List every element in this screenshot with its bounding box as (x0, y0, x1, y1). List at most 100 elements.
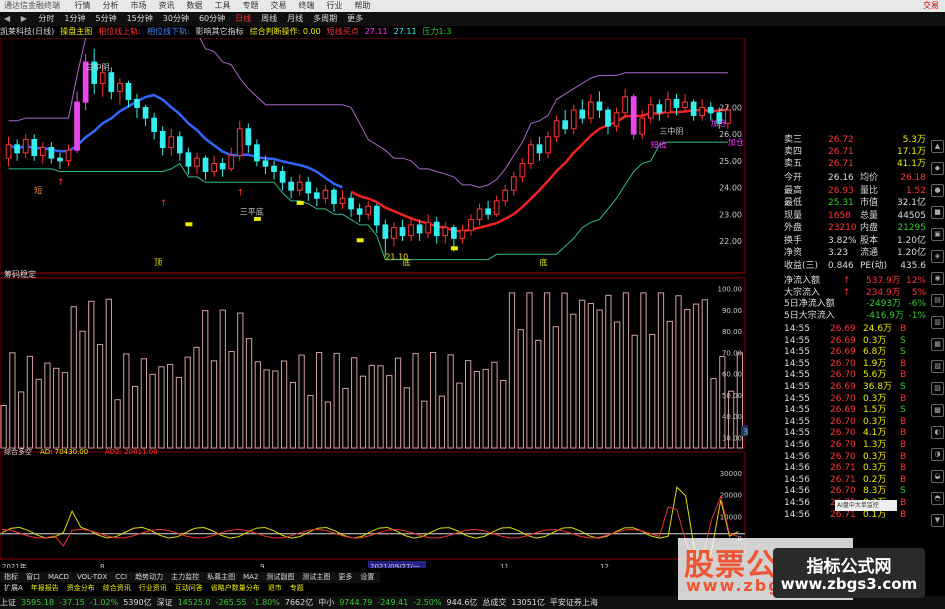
chip-bar (307, 394, 314, 449)
indicator-tab[interactable]: MA2 (239, 572, 262, 583)
side-tool-icon[interactable]: ▨ (931, 382, 944, 395)
stat-value: 0.846 (828, 260, 854, 271)
info-tab[interactable]: 退市 (264, 583, 286, 594)
chip-bar (18, 391, 25, 449)
stat-value: 435.6 (900, 260, 926, 271)
side-tool-icon[interactable]: ▩ (931, 404, 944, 417)
side-tool-icon[interactable]: ◓ (931, 492, 944, 505)
side-tool-icon[interactable]: ▥ (931, 316, 944, 329)
period-tab[interactable]: 月线 (282, 12, 308, 26)
menu-item[interactable]: 专题 (237, 0, 265, 12)
menu-item[interactable]: 数据 (181, 0, 209, 12)
side-tool-icon[interactable]: ▲ (931, 140, 944, 153)
trade-menu-button[interactable]: 交易 (923, 0, 939, 12)
info-tab[interactable]: 省略户数量分布 (207, 583, 264, 594)
candle-body (5, 144, 12, 159)
menu-item[interactable]: 资讯 (153, 0, 181, 12)
chart-area[interactable]: 三中阴三中阴三平底21.10短位短顶底底加仓加仓↑↑↑ 27.0026.0025… (0, 38, 748, 568)
side-tool-icon[interactable]: ■ (931, 206, 944, 219)
nav-forward-icon[interactable]: ▶ (17, 12, 31, 26)
indicator-tab[interactable]: 主力监控 (167, 572, 203, 583)
status-item: 944.6亿 (446, 598, 478, 607)
side-tool-icon[interactable]: ◆ (931, 162, 944, 175)
chip-bar (193, 346, 200, 449)
stat-value: 1.20亿 (896, 248, 926, 258)
menu-item[interactable]: 终端 (293, 0, 321, 12)
side-tool-icon[interactable]: ◐ (931, 426, 944, 439)
chart-annotation: 顶 (154, 258, 162, 267)
ai-tip[interactable]: AI盘中大单监控 (835, 500, 897, 511)
flow-label: 5日大宗流入 (784, 310, 835, 321)
info-tab[interactable]: 综合资讯 (99, 583, 135, 594)
nav-back-icon[interactable]: ◀ (0, 12, 14, 26)
period-tab[interactable]: 更多 (342, 12, 368, 26)
indicator-tab[interactable]: CCI (111, 572, 131, 583)
side-tool-icon[interactable]: ◈ (931, 250, 944, 263)
indicator-tab[interactable]: 私募主图 (203, 572, 239, 583)
period-tab[interactable]: 分时 (33, 12, 59, 26)
info-tab[interactable]: 行业资讯 (135, 583, 171, 594)
candle-body (313, 192, 320, 199)
side-tool-icon[interactable]: ◑ (931, 448, 944, 461)
period-tab[interactable]: 多周期 (308, 12, 342, 26)
menu-item[interactable]: 帮助 (349, 0, 377, 12)
chip-bar (614, 321, 621, 449)
candle-body (579, 109, 586, 119)
menu-item[interactable]: 行业 (321, 0, 349, 12)
menu-item[interactable]: 分析 (97, 0, 125, 12)
period-tab[interactable]: 60分钟 (194, 12, 230, 26)
indicator-tab[interactable]: 更多 (334, 572, 356, 583)
indicator-tab[interactable]: 测试主图 (298, 572, 334, 583)
side-tool-icon[interactable]: ▤ (931, 294, 944, 307)
candle-body (639, 117, 646, 135)
flow-value: -416.9万 (866, 310, 905, 321)
side-tool-icon[interactable]: ▧ (931, 360, 944, 373)
status-item: -265.55 (215, 598, 247, 607)
chip-bar (167, 363, 174, 449)
info-tab[interactable]: 专题 (286, 583, 308, 594)
info-tab[interactable]: 资金分布 (63, 583, 99, 594)
period-tab[interactable]: 30分钟 (158, 12, 194, 26)
candle-body (665, 98, 671, 114)
menu-item[interactable]: 市场 (125, 0, 153, 12)
period-tab[interactable]: 1分钟 (59, 12, 90, 26)
status-item: 14525.0 (177, 598, 211, 607)
menu-item[interactable]: 行情 (69, 0, 97, 12)
side-tool-icon[interactable]: ◉ (931, 272, 944, 285)
side-tool-icon[interactable]: ▦ (931, 338, 944, 351)
menu-item[interactable]: 工具 (209, 0, 237, 12)
chip-bar (666, 320, 673, 449)
candle-body (108, 72, 115, 92)
info-tab[interactable]: 扩展A (0, 583, 27, 594)
indicator-tab[interactable]: 设置 (356, 572, 378, 583)
indicator-tab[interactable]: VOL-TDX (73, 572, 111, 583)
chip-bar (202, 310, 209, 449)
period-tab[interactable]: 15分钟 (122, 12, 158, 26)
side-tool-icon[interactable]: ◒ (931, 470, 944, 483)
indicator-tab[interactable]: 测试副图 (262, 572, 298, 583)
candle-body (159, 130, 166, 148)
menu-item[interactable]: 交易 (265, 0, 293, 12)
candle-body (31, 138, 38, 156)
indicator-tab[interactable]: 窗口 (22, 572, 44, 583)
indicator-tab[interactable]: MACD (44, 572, 73, 583)
side-tool-icon[interactable]: ▣ (931, 228, 944, 241)
indicator-tab[interactable]: 指标 (0, 572, 22, 583)
status-item: 13051亿 (511, 598, 545, 607)
period-tab[interactable]: 5分钟 (91, 12, 122, 26)
chip-bar (535, 339, 542, 449)
chip-bar (386, 375, 393, 449)
side-tool-icon[interactable]: ● (931, 184, 944, 197)
ad-line-yellow (1, 486, 739, 568)
info-tab[interactable]: 年报报告 (27, 583, 63, 594)
info-tab[interactable]: 互动问答 (171, 583, 207, 594)
candle-body (588, 101, 594, 119)
period-tab[interactable]: 周线 (256, 12, 282, 26)
side-tool-icon[interactable]: ▼ (931, 514, 944, 527)
stat-value: 44505 (897, 210, 926, 221)
indicator-tab[interactable]: 趋势动力 (131, 572, 167, 583)
period-tab[interactable]: 日线 (230, 12, 256, 26)
status-item: 5390亿 (123, 598, 152, 607)
chip-bar (35, 378, 42, 449)
chip-bar (114, 399, 121, 449)
